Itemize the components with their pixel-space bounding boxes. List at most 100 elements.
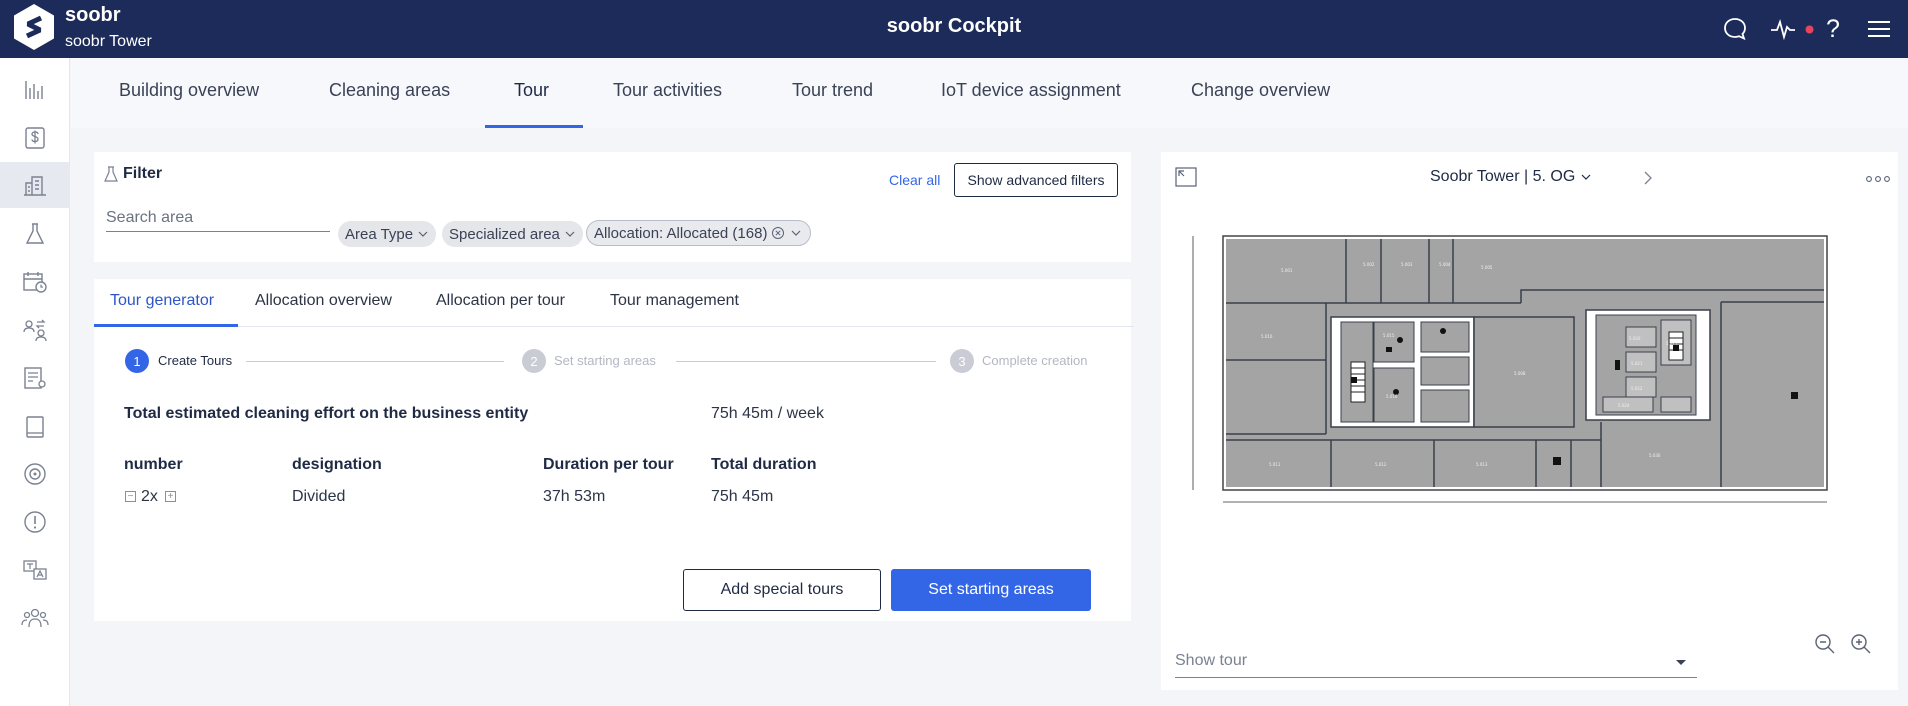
svg-text:5.012: 5.012 bbox=[1375, 462, 1387, 467]
flask-icon bbox=[25, 223, 45, 244]
effort-value: 75h 45m / week bbox=[711, 405, 824, 422]
decrement-button[interactable]: − bbox=[125, 491, 136, 502]
specialized-area-chip[interactable]: Specialized area bbox=[442, 221, 583, 247]
sidebar-item-finance[interactable] bbox=[0, 115, 70, 161]
increment-button[interactable]: + bbox=[165, 491, 176, 502]
zoom-out-icon[interactable] bbox=[1813, 632, 1837, 656]
floor-select-value: Soobr Tower | 5. OG bbox=[1430, 168, 1576, 185]
show-tour-select[interactable]: Show tour bbox=[1175, 652, 1697, 678]
effort-label: Total estimated cleaning effort on the b… bbox=[124, 405, 529, 422]
chat-icon[interactable] bbox=[1720, 14, 1750, 44]
chevron-right-icon[interactable] bbox=[1643, 171, 1653, 185]
zoom-in-icon[interactable] bbox=[1849, 632, 1873, 656]
add-special-tours-button[interactable]: Add special tours bbox=[683, 569, 881, 611]
sidebar-item-assignments[interactable] bbox=[0, 307, 70, 353]
tab-building-overview[interactable]: Building overview bbox=[119, 80, 259, 101]
set-starting-areas-button[interactable]: Set starting areas bbox=[891, 569, 1091, 611]
area-type-chip[interactable]: Area Type bbox=[338, 221, 437, 247]
svg-text:5.008: 5.008 bbox=[1514, 371, 1526, 376]
more-options-icon[interactable] bbox=[1865, 175, 1891, 183]
subtab-tour-management[interactable]: Tour management bbox=[610, 292, 739, 310]
chip-label: Allocation: Allocated (168) bbox=[594, 224, 768, 242]
soobr-logo-icon bbox=[14, 4, 54, 50]
subtab-allocation-per-tour[interactable]: Allocation per tour bbox=[436, 292, 565, 310]
svg-text:5.022: 5.022 bbox=[1631, 386, 1643, 391]
sidebar-item-buildings[interactable] bbox=[0, 162, 70, 208]
sidebar-item-team[interactable] bbox=[0, 595, 70, 641]
filter-card: Filter Clear all Show advanced filters S… bbox=[94, 152, 1131, 262]
step-2-circle: 2 bbox=[522, 349, 546, 373]
svg-text:5.024: 5.024 bbox=[1618, 403, 1630, 408]
svg-text:5.001: 5.001 bbox=[1281, 268, 1293, 273]
svg-text:5.003: 5.003 bbox=[1401, 262, 1413, 267]
step-3-circle: 3 bbox=[950, 349, 974, 373]
tab-cleaning-areas[interactable]: Cleaning areas bbox=[329, 80, 450, 101]
chip-label: Specialized area bbox=[449, 225, 560, 243]
sidebar-item-targets[interactable] bbox=[0, 451, 70, 497]
sidebar-item-analytics[interactable] bbox=[0, 67, 70, 113]
tab-tour-trend[interactable]: Tour trend bbox=[792, 80, 873, 101]
sidebar-item-schedule[interactable] bbox=[0, 259, 70, 305]
clear-all-link[interactable]: Clear all bbox=[889, 172, 940, 188]
caret-down-icon bbox=[1676, 660, 1686, 665]
svg-text:5.011: 5.011 bbox=[1269, 462, 1281, 467]
svg-text:5.016: 5.016 bbox=[1386, 394, 1398, 399]
subtab-divider bbox=[94, 326, 1134, 327]
activity-icon[interactable] bbox=[1768, 14, 1798, 44]
show-advanced-filters-button[interactable]: Show advanced filters bbox=[954, 163, 1118, 197]
svg-text:5.015: 5.015 bbox=[1383, 333, 1395, 338]
flask-icon bbox=[104, 166, 118, 182]
svg-text:5.020: 5.020 bbox=[1629, 336, 1641, 341]
building-name[interactable]: soobr Tower bbox=[65, 33, 152, 51]
translate-icon bbox=[23, 560, 47, 580]
clear-chip-icon[interactable] bbox=[771, 226, 785, 240]
tablet-icon bbox=[26, 416, 44, 438]
column-header-number: number bbox=[124, 456, 183, 473]
search-area-input[interactable]: Search area bbox=[106, 207, 330, 232]
fullscreen-icon[interactable] bbox=[1175, 167, 1197, 187]
floor-plan-image[interactable]: 5.001 5.002 5.003 5.004 5.005 5.010 5.01… bbox=[1191, 232, 1861, 512]
chip-label: Area Type bbox=[345, 225, 414, 243]
sidebar-item-lab[interactable] bbox=[0, 211, 70, 257]
step-1-label: Create Tours bbox=[158, 353, 233, 368]
tab-tour-activities[interactable]: Tour activities bbox=[613, 80, 722, 101]
team-icon bbox=[21, 608, 49, 628]
filter-title: Filter bbox=[104, 165, 162, 183]
target-icon bbox=[24, 463, 46, 485]
chevron-down-icon bbox=[1581, 174, 1591, 180]
chevron-down-icon bbox=[565, 231, 575, 237]
document-icon bbox=[24, 367, 46, 389]
sidebar-item-reports[interactable] bbox=[0, 355, 70, 401]
subtab-tour-generator[interactable]: Tour generator bbox=[110, 292, 214, 310]
svg-text:5.021: 5.021 bbox=[1631, 361, 1643, 366]
subtab-allocation-overview[interactable]: Allocation overview bbox=[255, 292, 392, 310]
svg-text:5.010: 5.010 bbox=[1261, 334, 1273, 339]
active-subtab-indicator bbox=[94, 324, 238, 327]
bar-chart-icon bbox=[25, 81, 43, 99]
sidebar-item-incidents[interactable] bbox=[0, 499, 70, 545]
tab-change-overview[interactable]: Change overview bbox=[1191, 80, 1330, 101]
menu-icon[interactable] bbox=[1864, 14, 1894, 44]
active-tab-indicator bbox=[485, 125, 583, 128]
designation-value: Divided bbox=[292, 488, 346, 505]
svg-text:5.030: 5.030 bbox=[1649, 453, 1661, 458]
svg-text:5.005: 5.005 bbox=[1481, 265, 1493, 270]
duration-per-tour-value: 37h 53m bbox=[543, 488, 606, 505]
help-icon[interactable]: ? bbox=[1818, 14, 1848, 44]
main-tabs: Building overview Cleaning areas Tour To… bbox=[71, 58, 1908, 128]
step-2-label: Set starting areas bbox=[554, 353, 656, 368]
alert-icon bbox=[24, 511, 46, 533]
show-tour-placeholder: Show tour bbox=[1175, 652, 1248, 669]
calendar-clock-icon bbox=[23, 272, 47, 293]
sidebar-item-translations[interactable] bbox=[0, 547, 70, 593]
tour-generator-card: Tour generator Allocation overview Alloc… bbox=[94, 279, 1134, 621]
column-header-total-duration: Total duration bbox=[711, 456, 817, 473]
tab-iot-device-assignment[interactable]: IoT device assignment bbox=[941, 80, 1121, 101]
allocation-chip[interactable]: Allocation: Allocated (168) bbox=[586, 220, 812, 246]
swap-icon bbox=[23, 319, 47, 342]
tab-tour[interactable]: Tour bbox=[514, 80, 549, 101]
map-card: Soobr Tower | 5. OG 5.001 5.002 5.003 5.… bbox=[1161, 152, 1898, 690]
svg-text:5.013: 5.013 bbox=[1476, 462, 1488, 467]
sidebar-item-devices[interactable] bbox=[0, 404, 70, 450]
floor-select[interactable]: Soobr Tower | 5. OG bbox=[1430, 168, 1591, 186]
